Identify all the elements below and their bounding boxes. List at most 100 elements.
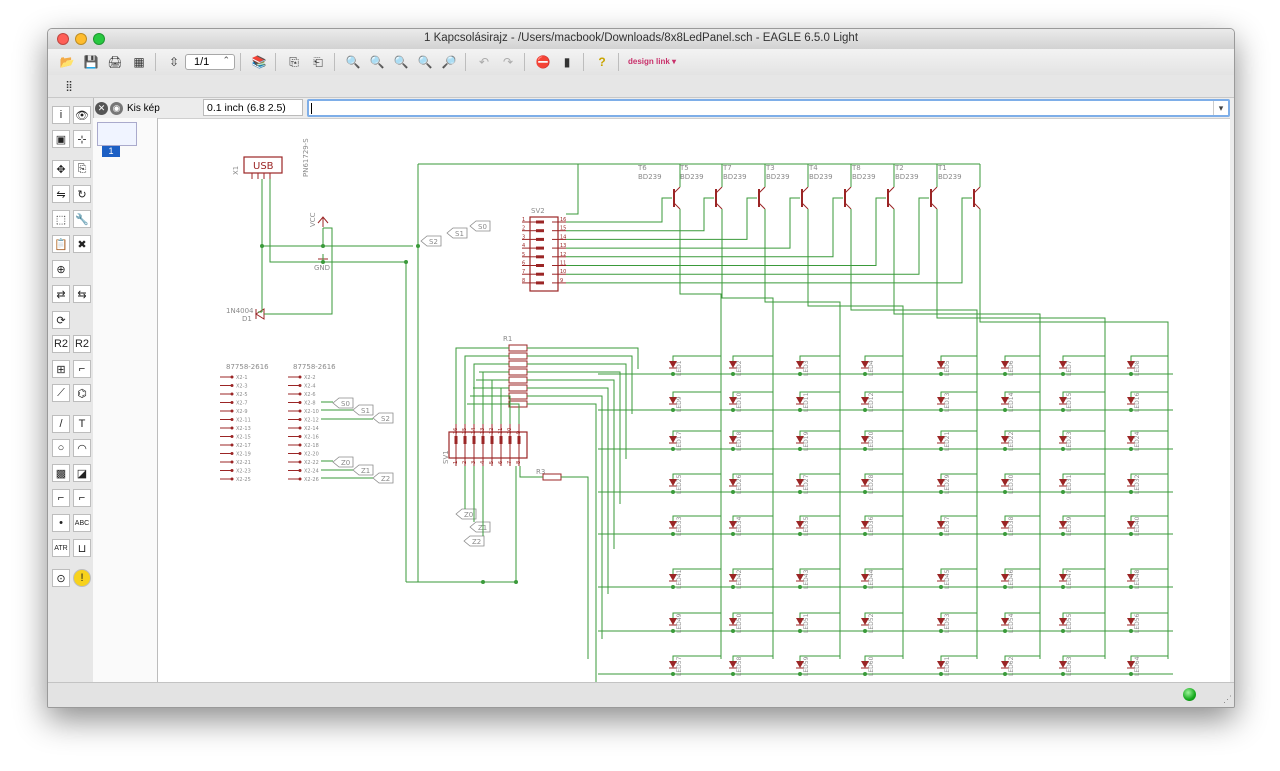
- junction-dot: [863, 672, 867, 676]
- zoom-out-icon[interactable]: 🔍: [390, 52, 412, 72]
- eagle-window: 1 Kapcsolásirajz - /Users/macbook/Downlo…: [47, 28, 1235, 708]
- resize-grip-icon[interactable]: ⋰: [1223, 694, 1232, 705]
- copy-icon[interactable]: ⎘: [73, 160, 91, 178]
- name-icon[interactable]: R2: [52, 335, 70, 353]
- junction-dot: [1003, 629, 1007, 633]
- move-icon[interactable]: ✥: [52, 160, 70, 178]
- junction-dot: [404, 260, 408, 264]
- open-icon[interactable]: 📂: [56, 52, 78, 72]
- preview-icon[interactable]: ◉: [110, 101, 123, 115]
- group-icon[interactable]: ⬚: [52, 210, 70, 228]
- led-name: LED10: [736, 392, 743, 412]
- led-name: LED9: [676, 396, 683, 412]
- save-icon[interactable]: 💾: [80, 52, 102, 72]
- preview-label[interactable]: Kis kép: [127, 103, 160, 114]
- layer-icon[interactable]: ▣: [52, 130, 70, 148]
- value-icon[interactable]: R2: [73, 335, 91, 353]
- header-left-pin: X2-9: [236, 409, 248, 415]
- zoom-fit-icon[interactable]: 🔍: [342, 52, 364, 72]
- add-icon[interactable]: ⊕: [52, 260, 70, 278]
- cam-icon[interactable]: ▦: [128, 52, 150, 72]
- sheet-thumbnail[interactable]: [97, 122, 137, 146]
- junction-dot: [1061, 532, 1065, 536]
- led-arrow: [995, 360, 999, 364]
- command-bar: ✕ ◉ Kis kép 0.1 inch (6.8 2.5) ▾: [93, 98, 1234, 118]
- bus-icon[interactable]: ⌐: [52, 489, 70, 507]
- sv1-pin-number: 15: [462, 428, 468, 434]
- led-name: LED15: [1066, 392, 1073, 412]
- help-icon[interactable]: ?: [591, 52, 613, 72]
- junction-dot: [798, 447, 802, 451]
- redo-icon[interactable]: ↷: [497, 52, 519, 72]
- command-input[interactable]: ▾: [307, 99, 1230, 117]
- miter-icon[interactable]: ⌐: [73, 360, 91, 378]
- text-icon[interactable]: T: [73, 415, 91, 433]
- sheet-icon[interactable]: ⇳: [163, 52, 185, 72]
- sheet-select[interactable]: 1/1 ⌃: [185, 54, 235, 70]
- print-icon[interactable]: 🖨: [104, 52, 126, 72]
- header-pin-end: [298, 469, 302, 472]
- delete-icon[interactable]: ✖: [73, 235, 91, 253]
- script-icon[interactable]: ⎘: [283, 52, 305, 72]
- sv2-pin-pad: [536, 272, 544, 276]
- ulp-icon[interactable]: ⎗: [307, 52, 329, 72]
- pinswap-icon[interactable]: ⇄: [52, 285, 70, 303]
- polygon-icon[interactable]: ◪: [73, 464, 91, 482]
- show-icon[interactable]: 👁: [73, 106, 91, 124]
- sv1-pin-number: 9: [516, 431, 522, 434]
- smash-icon[interactable]: ⊞: [52, 360, 70, 378]
- wire-icon[interactable]: /: [52, 415, 70, 433]
- net-icon[interactable]: ⌐: [73, 489, 91, 507]
- errors-icon[interactable]: !: [73, 569, 91, 587]
- mark-icon[interactable]: ⊹: [73, 130, 91, 148]
- chevron-down-icon[interactable]: ▾: [1213, 101, 1228, 115]
- dimension-icon[interactable]: ⊔: [73, 539, 91, 557]
- replace-icon[interactable]: ⟳: [52, 311, 70, 329]
- paste-icon[interactable]: 📋: [52, 235, 70, 253]
- stop-icon[interactable]: ⛔: [532, 52, 554, 72]
- label-icon[interactable]: ABC: [73, 514, 91, 532]
- led-name: LED56: [1134, 613, 1141, 633]
- schematic-canvas[interactable]: USB X1 PN61729-S VCC GND 1N4004 D1 SV2 1 2 3 4 5 6 7 8 1…: [158, 118, 1230, 684]
- led-arrow: [723, 396, 727, 400]
- library-icon[interactable]: 📚: [248, 52, 270, 72]
- resistor-body: [508, 344, 528, 352]
- attribute-icon[interactable]: ATR: [52, 539, 70, 557]
- sv1-pin-number: 7: [507, 461, 513, 464]
- junction-icon[interactable]: •: [52, 514, 70, 532]
- undo-icon[interactable]: ↶: [473, 52, 495, 72]
- mirror-icon[interactable]: ⇋: [52, 185, 70, 203]
- junction-dot: [321, 244, 325, 248]
- junction-dot: [1061, 629, 1065, 633]
- window-title: 1 Kapcsolásirajz - /Users/macbook/Downlo…: [423, 32, 859, 44]
- grid-dots-icon[interactable]: ⣿: [58, 76, 80, 96]
- zoom-redraw-icon[interactable]: 🔍: [414, 52, 436, 72]
- junction-dot: [1061, 372, 1065, 376]
- rect-icon[interactable]: ▩: [52, 464, 70, 482]
- circle-icon[interactable]: ○: [52, 439, 70, 457]
- split-icon[interactable]: ⟋: [52, 384, 70, 402]
- header-pin-end: [230, 375, 234, 379]
- net-wire: [566, 197, 972, 284]
- tool-palette: i 👁 ▣ ⊹ ✥ ⎘ ⇋ ↻ ⬚ 🔧 📋 ✖ ⊕ ⇄ ⇆ ⟳ R2 R2 ⊞ ⌐ ⟋ ⌬ / T ○ ◠ ▩ ◪ ⌐ ⌐ • ABC ATR ⊔…: [48, 98, 94, 683]
- gateswap-icon[interactable]: ⇆: [73, 285, 91, 303]
- change-icon[interactable]: 🔧: [73, 210, 91, 228]
- transistor-name: T1: [937, 164, 947, 172]
- led-name: LED40: [1134, 516, 1141, 536]
- parameter-toolbar: ⣿: [48, 75, 1234, 98]
- sv1-pin-number: 4: [480, 461, 486, 464]
- close-icon[interactable]: ✕: [95, 101, 108, 115]
- led-arrow: [855, 573, 859, 577]
- zoom-in-icon[interactable]: 🔍: [366, 52, 388, 72]
- junction-dot: [1061, 672, 1065, 676]
- rotate-icon[interactable]: ↻: [73, 185, 91, 203]
- arc-icon[interactable]: ◠: [73, 439, 91, 457]
- zoom-area-icon[interactable]: 🔎: [438, 52, 460, 72]
- header-left-pin: X2-23: [236, 469, 251, 475]
- invoke-icon[interactable]: ⌬: [73, 384, 91, 402]
- go-icon[interactable]: ▮: [556, 52, 578, 72]
- info-icon[interactable]: i: [52, 106, 70, 124]
- design-link-button[interactable]: design link ▾: [628, 58, 676, 66]
- page-badge[interactable]: 1: [102, 146, 120, 157]
- erc-icon[interactable]: ⊙: [52, 569, 70, 587]
